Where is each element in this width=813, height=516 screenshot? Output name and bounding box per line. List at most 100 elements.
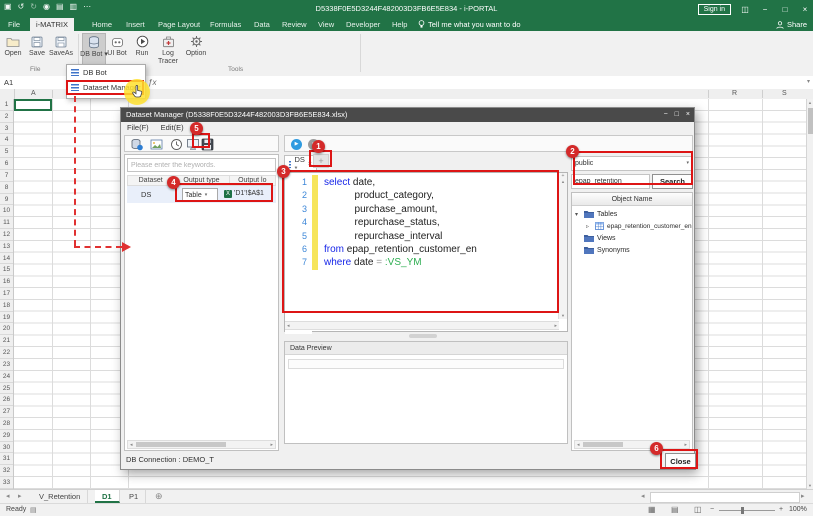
- dialog-menu-file[interactable]: File(F): [127, 123, 149, 132]
- tab-data[interactable]: Data: [248, 18, 276, 31]
- accessibility-icon[interactable]: ▤: [30, 506, 37, 514]
- tree-expanded-icon[interactable]: ▾: [575, 211, 581, 218]
- scroll-down-icon[interactable]: ▼: [561, 313, 565, 318]
- ui-bot-button[interactable]: UI Bot: [106, 33, 128, 67]
- editor-hscrollbar[interactable]: ◂ ▸: [285, 321, 559, 330]
- tree-collapsed-icon[interactable]: ▹: [586, 223, 592, 230]
- row-header[interactable]: 28: [0, 418, 13, 430]
- row-header[interactable]: 10: [0, 205, 13, 217]
- tab-page-layout[interactable]: Page Layout: [152, 18, 206, 31]
- sheet-nav-right-icon[interactable]: ▸: [18, 490, 22, 503]
- row-header[interactable]: 26: [0, 394, 13, 406]
- tell-me-box[interactable]: Tell me what you want to do: [418, 18, 521, 31]
- tab-insert[interactable]: Insert: [120, 18, 151, 31]
- row-header[interactable]: 23: [0, 359, 13, 371]
- row-header[interactable]: 8: [0, 182, 13, 194]
- scrollbar-thumb[interactable]: [136, 442, 226, 447]
- tab-home[interactable]: Home: [86, 18, 118, 31]
- sheet-nav-left-icon[interactable]: ◂: [6, 490, 10, 503]
- zoom-out-icon[interactable]: −: [710, 506, 714, 513]
- row-header[interactable]: 21: [0, 335, 13, 347]
- tree-item-views[interactable]: Views: [584, 234, 616, 242]
- dialog-minimize-icon[interactable]: −: [664, 108, 668, 122]
- tab-file[interactable]: File: [2, 18, 26, 31]
- row-header[interactable]: 4: [0, 134, 13, 146]
- tabbar-horizontal-scrollbar[interactable]: [650, 492, 800, 503]
- row-header[interactable]: 2: [0, 111, 13, 123]
- add-sheet-icon[interactable]: ⊕: [155, 490, 163, 503]
- zoom-slider[interactable]: [719, 510, 775, 511]
- row-header[interactable]: 22: [0, 347, 13, 359]
- tabbar-scroll-left-icon[interactable]: ◂: [641, 490, 645, 503]
- zoom-level[interactable]: 100%: [789, 506, 807, 513]
- row-header[interactable]: 27: [0, 406, 13, 418]
- tab-formulas[interactable]: Formulas: [204, 18, 247, 31]
- tab-developer[interactable]: Developer: [340, 18, 386, 31]
- zoom-slider-thumb[interactable]: [741, 507, 744, 514]
- option-button[interactable]: Option: [184, 33, 208, 67]
- row-headers[interactable]: 1234567891011121314151617181920212223242…: [0, 99, 14, 489]
- sheet-tab-d1[interactable]: D1: [95, 490, 120, 503]
- row-header[interactable]: 16: [0, 276, 13, 288]
- row-header[interactable]: 29: [0, 430, 13, 442]
- scroll-up-icon[interactable]: ▲: [559, 179, 567, 184]
- row-header[interactable]: 32: [0, 465, 13, 477]
- tab-view[interactable]: View: [312, 18, 340, 31]
- col-header-a[interactable]: A: [31, 90, 36, 97]
- view-normal-icon[interactable]: ▦: [648, 505, 656, 514]
- row-header[interactable]: 12: [0, 229, 13, 241]
- scroll-up-icon[interactable]: ▲: [807, 100, 813, 105]
- vertical-scrollbar[interactable]: ▲ ▼: [806, 99, 813, 489]
- row-header[interactable]: 3: [0, 123, 13, 135]
- row-header[interactable]: 31: [0, 453, 13, 465]
- row-header[interactable]: 11: [0, 217, 13, 229]
- scrollbar-thumb[interactable]: [808, 108, 813, 134]
- dialog-title-bar[interactable]: Dataset Manager (D5338F0E5D3244F482003D3…: [121, 108, 694, 122]
- row-header[interactable]: 17: [0, 288, 13, 300]
- scroll-left-icon[interactable]: ◂: [287, 323, 290, 329]
- dialog-close-icon[interactable]: ×: [686, 108, 690, 122]
- dataset-panel-hscrollbar[interactable]: ◂ ▸: [127, 440, 276, 449]
- row-header[interactable]: 20: [0, 323, 13, 335]
- object-name-header[interactable]: Object Name: [572, 193, 692, 206]
- row-header[interactable]: 19: [0, 312, 13, 324]
- sign-in-button[interactable]: Sign in: [698, 4, 731, 15]
- log-tracer-button[interactable]: Log Tracer: [154, 33, 182, 67]
- open-button[interactable]: Open: [2, 33, 24, 67]
- save-button[interactable]: Save: [26, 33, 48, 67]
- tree-panel-hscrollbar[interactable]: ◂ ▸: [574, 440, 690, 449]
- tree-item-synonyms[interactable]: Synonyms: [584, 246, 630, 254]
- scroll-left-icon[interactable]: ◂: [577, 442, 580, 448]
- row-header[interactable]: 6: [0, 158, 13, 170]
- sheet-tab-p1[interactable]: P1: [122, 490, 146, 503]
- select-all-corner[interactable]: [0, 89, 15, 99]
- run-query-button[interactable]: ▶: [291, 139, 302, 150]
- minimize-button[interactable]: −: [759, 5, 771, 14]
- row-header[interactable]: 9: [0, 194, 13, 206]
- editor-vscrollbar[interactable]: + ▲ ▼: [558, 173, 567, 319]
- row-header[interactable]: 14: [0, 253, 13, 265]
- selected-cell-a1[interactable]: [14, 99, 52, 111]
- dialog-menu-edit[interactable]: Edit(E): [161, 123, 184, 132]
- sheet-tab-v-retention[interactable]: V_Retention: [32, 490, 88, 503]
- row-header[interactable]: 24: [0, 371, 13, 383]
- tree-item-epap-retention-customer-en[interactable]: ▹ epap_retention_customer_en: [586, 222, 692, 230]
- row-header[interactable]: 30: [0, 442, 13, 454]
- tabbar-scroll-right-icon[interactable]: ▸: [801, 490, 805, 503]
- tab-review[interactable]: Review: [276, 18, 313, 31]
- formula-bar-expand-icon[interactable]: ▾: [807, 76, 810, 89]
- splitter-grip[interactable]: [409, 334, 437, 338]
- tab-help[interactable]: Help: [386, 18, 413, 31]
- row-header[interactable]: 5: [0, 146, 13, 158]
- close-button[interactable]: ×: [799, 5, 811, 14]
- scroll-down-icon[interactable]: ▼: [807, 483, 813, 488]
- row-header[interactable]: 1: [0, 99, 13, 111]
- col-header-s[interactable]: S: [782, 90, 787, 97]
- menu-item-db-bot[interactable]: DB Bot: [67, 65, 145, 80]
- view-page-layout-icon[interactable]: ▤: [671, 505, 679, 514]
- scroll-right-icon[interactable]: ▸: [554, 323, 557, 329]
- tab-i-matrix[interactable]: i-MATRIX: [30, 18, 74, 31]
- row-header[interactable]: 13: [0, 241, 13, 253]
- keyword-search-input[interactable]: [127, 158, 276, 172]
- scroll-left-icon[interactable]: ◂: [130, 442, 133, 448]
